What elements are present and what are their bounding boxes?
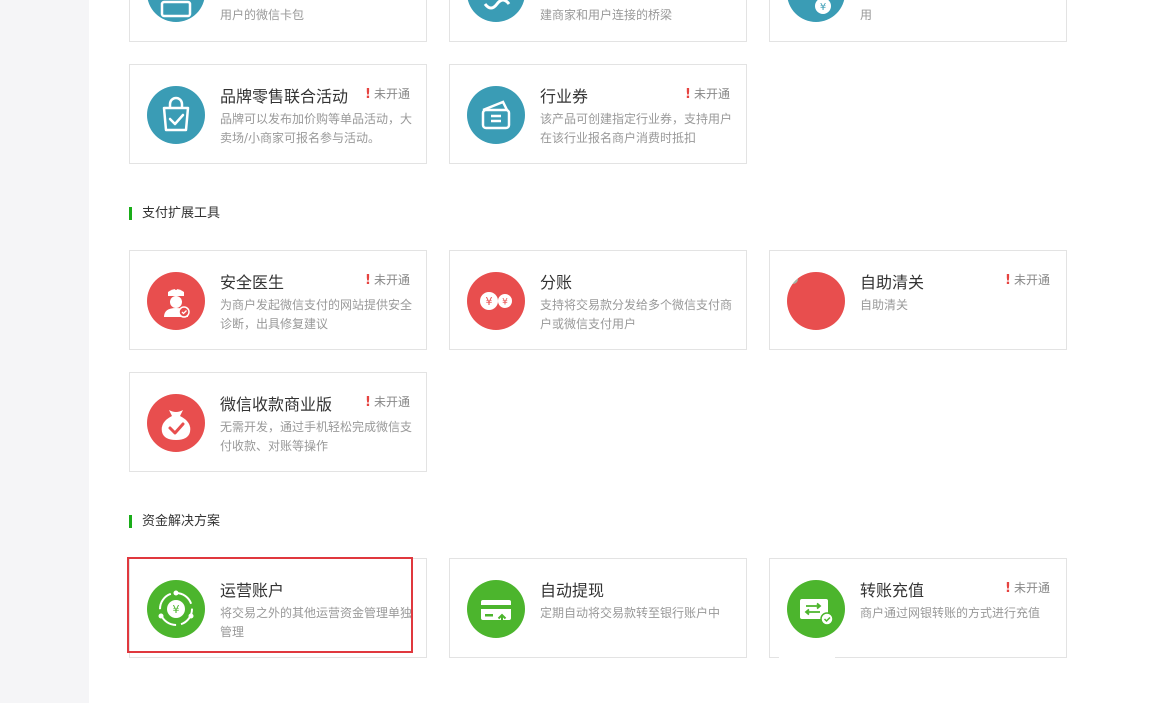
card-desc: 建商家和用户连接的桥梁 — [540, 8, 673, 22]
coin-icon: ¥ — [787, 0, 845, 22]
status-badge: ! 未开通 — [365, 395, 410, 410]
card-operation-account[interactable]: ¥ 运营账户 将交易之外的其他运营资金管理单独管理 — [129, 558, 427, 658]
card-title: 品牌零售联合活动 — [220, 87, 349, 106]
card-desc: 为商户发起微信支付的网站提供安全诊断，出具修复建议 — [220, 298, 413, 331]
card-title: 运营账户 — [220, 581, 285, 600]
status-badge: ! 未开通 — [365, 273, 410, 288]
card-title: 微信收款商业版 — [220, 395, 333, 414]
card-desc: 该产品可创建指定行业券，支持用户在该行业报名商户消费时抵扣 — [540, 112, 733, 145]
card-top-3[interactable]: ¥ 用 — [769, 0, 1067, 42]
status-badge: ! 未开通 — [685, 87, 730, 102]
card-title: 自动提现 — [540, 581, 605, 600]
card-desc: 自助清关 — [860, 298, 909, 312]
card-desc: 用 — [860, 8, 873, 22]
card-self-customs[interactable]: 自助清关 ! 未开通 自助清关 — [769, 250, 1067, 350]
card-desc: 用户的微信卡包 — [220, 8, 305, 22]
svg-text:¥: ¥ — [486, 295, 493, 308]
card-industry-coupon[interactable]: 行业券 ! 未开通 该产品可创建指定行业券，支持用户在该行业报名商户消费时抵扣 — [449, 64, 747, 164]
card-title: 行业券 — [540, 87, 589, 106]
card-desc: 将交易之外的其他运营资金管理单独管理 — [220, 606, 413, 639]
card-withdraw-icon — [467, 580, 525, 638]
card-desc: 品牌可以发布加价购等单品活动，大卖场/小商家可报名参与活动。 — [220, 112, 413, 145]
card-title: 分账 — [540, 273, 573, 292]
link-icon — [467, 0, 525, 22]
doctor-icon — [147, 272, 205, 330]
customs-icon — [787, 272, 845, 330]
card-desc: 支持将交易款分发给多个微信支付商户或微信支付用户 — [540, 298, 733, 331]
card-top-1[interactable]: 用户的微信卡包 — [129, 0, 427, 42]
svg-text:¥: ¥ — [173, 603, 180, 616]
section-title-fund-solutions: 资金解决方案 — [129, 515, 220, 528]
card-wechat-pay-business[interactable]: 微信收款商业版 ! 未开通 无需开发，通过手机轻松完成微信支付收款、对账等操作 — [129, 372, 427, 472]
left-sidebar-strip — [0, 0, 89, 703]
card-profit-sharing[interactable]: ¥ ¥ 分账 支持将交易款分发给多个微信支付商户或微信支付用户 — [449, 250, 747, 350]
yuan-cycle-icon: ¥ — [147, 580, 205, 638]
wallet-icon — [467, 86, 525, 144]
card-desc: 无需开发，通过手机轻松完成微信支付收款、对账等操作 — [220, 420, 413, 453]
card-title: 自助清关 — [860, 273, 925, 292]
section-title-payment-tools: 支付扩展工具 — [129, 207, 220, 220]
money-bag-icon — [147, 394, 205, 452]
card-title: 转账充值 — [860, 581, 925, 600]
shopping-bag-icon — [147, 86, 205, 144]
svg-text:¥: ¥ — [502, 298, 508, 308]
transfer-card-icon — [787, 580, 845, 638]
status-badge: ! 未开通 — [1005, 273, 1050, 288]
card-security-doctor[interactable]: 安全医生 ! 未开通 为商户发起微信支付的网站提供安全诊断，出具修复建议 — [129, 250, 427, 350]
split-yuan-icon: ¥ ¥ — [467, 272, 525, 330]
card-desc: 定期自动将交易款转至银行账户中 — [540, 606, 721, 620]
card-auto-withdraw[interactable]: 自动提现 定期自动将交易款转至银行账户中 — [449, 558, 747, 658]
card-desc: 商户通过网银转账的方式进行充值 — [860, 606, 1041, 620]
card-brand-retail[interactable]: 品牌零售联合活动 ! 未开通 品牌可以发布加价购等单品活动，大卖场/小商家可报名参… — [129, 64, 427, 164]
card-top-2[interactable]: 建商家和用户连接的桥梁 — [449, 0, 747, 42]
status-badge: ! 未开通 — [1005, 581, 1050, 596]
card-icon — [147, 0, 205, 22]
card-transfer-recharge[interactable]: 转账充值 ! 未开通 商户通过网银转账的方式进行充值 — [769, 558, 1067, 658]
status-badge: ! 未开通 — [365, 87, 410, 102]
svg-text:¥: ¥ — [820, 2, 826, 13]
bottom-mask — [779, 656, 835, 664]
card-title: 安全医生 — [220, 273, 285, 292]
